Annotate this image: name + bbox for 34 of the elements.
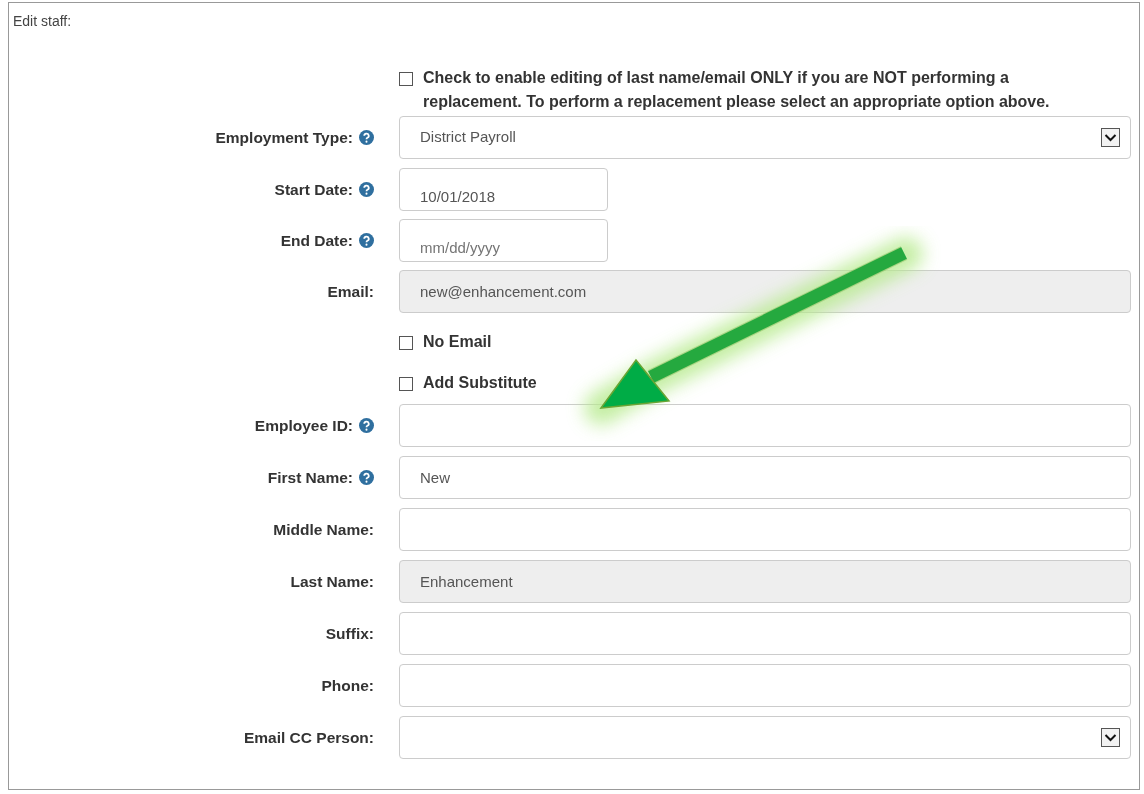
field-label: Suffix: bbox=[325, 623, 374, 644]
date-field[interactable]: 10/01/2018 bbox=[399, 168, 608, 211]
field-label: Employee ID: bbox=[254, 415, 353, 436]
caret-icon bbox=[1101, 728, 1120, 747]
field-label: First Name: bbox=[267, 467, 353, 488]
input-field[interactable] bbox=[399, 404, 1131, 447]
field-label: Start Date: bbox=[274, 179, 353, 200]
field-label: End Date: bbox=[280, 230, 353, 251]
help-icon[interactable] bbox=[359, 470, 374, 485]
select-field[interactable] bbox=[399, 716, 1131, 759]
field-label: Phone: bbox=[321, 675, 374, 696]
field-label: Email CC Person: bbox=[243, 727, 374, 748]
caret-icon bbox=[1101, 128, 1120, 147]
input-field[interactable] bbox=[399, 508, 1131, 551]
checkbox-label: No Email bbox=[423, 331, 492, 352]
date-field[interactable]: mm/dd/yyyy bbox=[399, 219, 608, 262]
input-field[interactable] bbox=[399, 664, 1131, 707]
input-field[interactable] bbox=[399, 612, 1131, 655]
input-field[interactable]: New bbox=[399, 456, 1131, 499]
select-field[interactable]: District Payroll bbox=[399, 116, 1131, 159]
field-label: Employment Type: bbox=[215, 127, 353, 148]
checkbox-label: Add Substitute bbox=[423, 372, 537, 393]
field-label: Email: bbox=[327, 281, 374, 302]
checkbox[interactable] bbox=[399, 72, 413, 86]
checkbox[interactable] bbox=[399, 335, 413, 350]
checkbox[interactable] bbox=[399, 376, 413, 391]
help-icon[interactable] bbox=[359, 182, 374, 197]
form-title: Edit staff: bbox=[13, 12, 73, 31]
help-icon[interactable] bbox=[359, 418, 374, 433]
help-icon[interactable] bbox=[359, 233, 374, 248]
field-label: Last Name: bbox=[290, 571, 374, 592]
field-label: Middle Name: bbox=[273, 519, 374, 540]
checkbox-label: Check to enable editing of last name/email ONLY if you are NOT performing a replacement. To perform a replacement please select an appropriate option above. bbox=[423, 68, 1051, 112]
help-icon[interactable] bbox=[359, 130, 374, 145]
